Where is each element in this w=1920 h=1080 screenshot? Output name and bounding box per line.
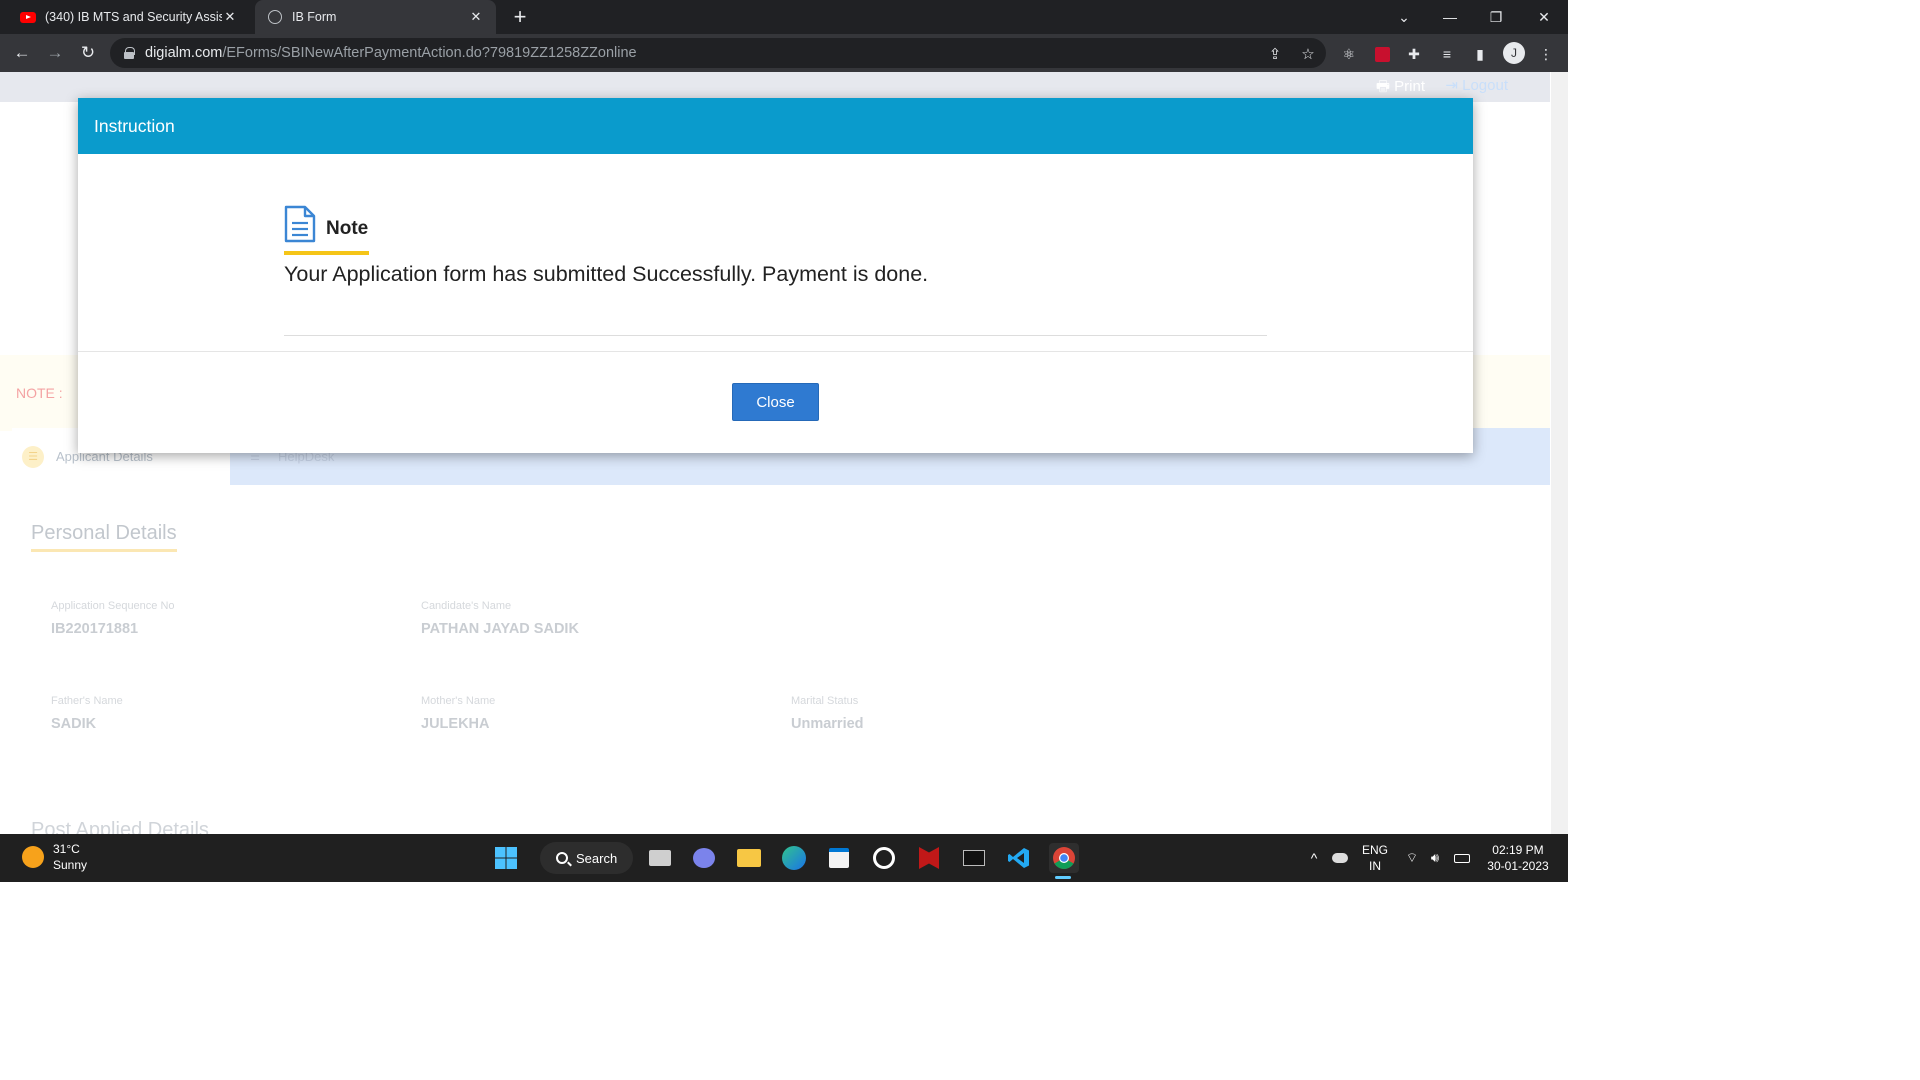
reload-button[interactable]: ↻ [75, 40, 101, 66]
restore-button[interactable]: ❐ [1473, 0, 1519, 34]
post-applied-heading: Post Applied Details [31, 819, 209, 834]
printer-icon: 🖶 [1375, 78, 1395, 95]
url-text[interactable]: digialm.com/EForms/SBINewAfterPaymentAct… [145, 45, 637, 61]
back-button[interactable]: ← [9, 40, 35, 66]
browser-toolbar: ← → ↻ digialm.com/EForms/SBINewAfterPaym… [0, 34, 1568, 72]
shield-extension-icon[interactable] [1372, 44, 1392, 64]
modal-footer: Close [78, 352, 1473, 453]
close-window-button[interactable]: ✕ [1521, 0, 1567, 34]
modal-body: Note Your Application form has submitted… [78, 154, 1473, 352]
share-icon[interactable]: ⇪ [1266, 45, 1284, 63]
tab-ib-form[interactable]: IB Form ✕ [255, 0, 496, 34]
wifi-icon[interactable]: ⌔ [1402, 834, 1422, 882]
address-bar[interactable]: digialm.com/EForms/SBINewAfterPaymentAct… [110, 38, 1326, 68]
tab-youtube[interactable]: (340) IB MTS and Security Assista ✕ [8, 0, 250, 34]
mcafee-icon[interactable] [914, 843, 944, 873]
success-message: Your Application form has submitted Succ… [284, 262, 929, 286]
field-marital-status: Marital Status Unmarried [791, 695, 864, 732]
battery-icon[interactable] [1450, 834, 1474, 882]
close-tab-icon[interactable]: ✕ [468, 9, 484, 25]
document-icon [284, 205, 316, 243]
search-icon [556, 852, 568, 864]
close-tab-icon[interactable]: ✕ [222, 9, 238, 25]
taskbar-search[interactable]: Search [540, 842, 633, 874]
field-mother-name: Mother's Name JULEKHA [421, 695, 496, 732]
note-underline [284, 251, 369, 255]
extensions-puzzle-icon[interactable]: ✚ [1404, 44, 1424, 64]
file-explorer-icon[interactable] [734, 843, 764, 873]
lock-icon[interactable] [124, 47, 135, 59]
globe-icon [267, 9, 283, 25]
language-indicator[interactable]: ENG IN [1356, 834, 1394, 882]
task-view-icon[interactable] [645, 843, 675, 873]
field-application-sequence: Application Sequence No IB220171881 [51, 600, 175, 637]
field-father-name: Father's Name SADIK [51, 695, 123, 732]
bookmark-star-icon[interactable]: ☆ [1299, 45, 1317, 63]
chat-icon[interactable] [689, 843, 719, 873]
sun-icon[interactable] [22, 846, 44, 868]
forward-button[interactable]: → [42, 40, 68, 66]
vscode-icon[interactable] [1004, 843, 1034, 873]
tab-search-chevron-icon[interactable]: ⌄ [1381, 0, 1427, 34]
terminal-icon[interactable] [959, 843, 989, 873]
volume-icon[interactable]: 🔊︎ [1425, 834, 1445, 882]
youtube-icon [20, 9, 36, 25]
app-circle-icon[interactable] [869, 843, 899, 873]
active-app-indicator [1055, 876, 1071, 879]
taskbar: 31°C Sunny Search ^ ENG IN ⌔ 🔊︎ 02:19 PM 3… [0, 834, 1568, 882]
note-banner-label: NOTE : [16, 385, 63, 401]
edge-browser-icon[interactable] [779, 843, 809, 873]
personal-details-heading: Personal Details [31, 522, 177, 552]
onedrive-cloud-icon[interactable] [1328, 834, 1352, 882]
start-windows-icon[interactable] [491, 843, 521, 873]
chrome-icon[interactable] [1049, 843, 1079, 873]
field-candidate-name: Candidate's Name PATHAN JAYAD SADIK [421, 600, 579, 637]
modal-header: Instruction [78, 98, 1473, 154]
divider [284, 335, 1267, 336]
profile-avatar[interactable]: J [1503, 42, 1525, 64]
tab-title: (340) IB MTS and Security Assista [45, 10, 222, 24]
clock[interactable]: 02:19 PM 30-01-2023 [1482, 834, 1554, 882]
more-menu-icon[interactable]: ⋮ [1536, 44, 1556, 64]
microsoft-store-icon[interactable] [824, 843, 854, 873]
show-hidden-icons-chevron-icon[interactable]: ^ [1302, 834, 1326, 882]
atom-extension-icon[interactable]: ⚛ [1339, 44, 1359, 64]
logout-icon: ⇥ [1445, 77, 1463, 94]
list-icon: ☰ [22, 445, 44, 468]
close-button[interactable]: Close [732, 383, 819, 421]
reading-list-icon[interactable]: ≡ [1437, 44, 1457, 64]
modal-title: Instruction [94, 115, 175, 136]
note-heading: Note [326, 218, 369, 239]
tab-title: IB Form [292, 10, 337, 24]
new-tab-button[interactable]: + [508, 5, 532, 29]
minimize-button[interactable]: — [1427, 0, 1473, 34]
browser-tab-strip: (340) IB MTS and Security Assista ✕ IB F… [0, 0, 1568, 34]
side-panel-icon[interactable]: ▮ [1470, 44, 1490, 64]
page-scrollbar[interactable] [1551, 72, 1568, 834]
instruction-modal: Instruction Note Your Application form h… [78, 98, 1473, 453]
logout-link[interactable]: ⇥ Logout [1445, 76, 1508, 94]
weather-widget[interactable]: 31°C Sunny [53, 841, 87, 873]
